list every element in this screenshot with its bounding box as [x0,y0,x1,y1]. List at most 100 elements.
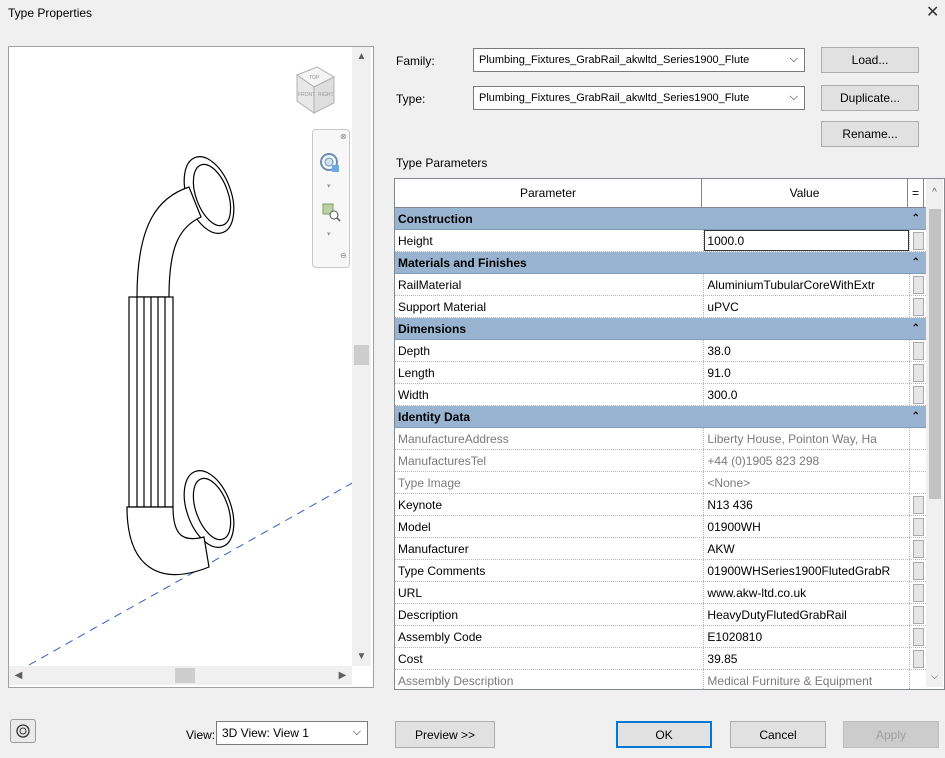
scroll-up-icon[interactable]: ^ [926,183,943,202]
parameter-row[interactable]: Description HeavyDutyFlutedGrabRail [395,604,926,626]
view-select[interactable]: 3D View: View 1 ⌵ [216,721,368,745]
chevron-down-icon[interactable]: ▾ [327,182,331,190]
formula-button[interactable] [910,362,926,383]
scroll-up-icon[interactable]: ▲ [352,47,371,66]
parameter-name: ManufactureAddress [395,428,705,449]
parameter-value[interactable]: 01900WH [704,516,911,537]
parameter-row[interactable]: Cost 39.85 [395,648,926,670]
type-select[interactable]: Plumbing_Fixtures_GrabRail_akwltd_Series… [473,86,805,110]
type-parameters-grid[interactable]: Parameter Value = Construction ⌃ Height 100… [394,178,945,690]
section-title: Dimensions [398,321,467,336]
scroll-thumb[interactable] [175,668,195,683]
duplicate-button[interactable]: Duplicate... [821,85,919,111]
family-select[interactable]: Plumbing_Fixtures_GrabRail_akwltd_Series… [473,48,805,72]
parameter-value[interactable]: E1020810 [704,626,911,647]
parameter-name: URL [395,582,705,603]
section-header[interactable]: Dimensions ⌃ [395,318,926,340]
parameter-name: Assembly Description [395,670,705,689]
rename-button[interactable]: Rename... [821,121,919,147]
formula-button[interactable] [910,648,926,669]
ok-button[interactable]: OK [616,721,712,748]
type-select-value: Plumbing_Fixtures_GrabRail_akwltd_Series… [479,92,750,104]
apply-button[interactable]: Apply [843,721,939,748]
parameter-name: Depth [395,340,705,361]
grid-vertical-scrollbar[interactable]: ^ ⌵ [926,179,943,687]
parameter-value[interactable]: 01900WHSeries1900FlutedGrabR [704,560,911,581]
parameter-value[interactable]: N13 436 [704,494,911,515]
parameter-row[interactable]: Manufacturer AKW [395,538,926,560]
scroll-thumb[interactable] [354,345,369,365]
view-select-value: 3D View: View 1 [222,726,309,740]
parameter-value: Medical Furniture & Equipment [704,670,911,689]
parameter-row[interactable]: Type Comments 01900WHSeries1900FlutedGrab… [395,560,926,582]
parameter-value[interactable]: AKW [704,538,911,559]
parameter-row[interactable]: Keynote N13 436 [395,494,926,516]
parameter-row[interactable]: URL www.akw-ltd.co.uk [395,582,926,604]
parameter-value[interactable]: AluminiumTubularCoreWithExtr [704,274,911,295]
parameter-row[interactable]: Model 01900WH [395,516,926,538]
formula-button [910,472,926,493]
scroll-down-icon[interactable]: ▼ [352,647,371,666]
navbar-close-icon[interactable]: ⊗ [340,132,347,141]
viewcube[interactable]: TOP FRONT RIGHT [279,65,339,120]
preview-vertical-scrollbar[interactable]: ▲ ▼ [352,47,371,666]
parameter-row[interactable]: Length 91.0 [395,362,926,384]
parameter-row[interactable]: Type Image <None> [395,472,926,494]
formula-button[interactable] [910,494,926,515]
parameter-value[interactable]: www.akw-ltd.co.uk [704,582,911,603]
formula-column-header[interactable]: = [908,179,924,207]
parameter-name: Model [395,516,705,537]
navbar-options-icon[interactable]: ⊖ [340,251,347,260]
formula-button[interactable] [910,230,926,251]
scroll-right-icon[interactable]: ▶ [333,666,352,685]
parameter-value[interactable]: 1000.0 [704,230,911,251]
formula-button[interactable] [910,560,926,581]
formula-button[interactable] [910,516,926,537]
scroll-down-icon[interactable]: ⌵ [926,667,943,686]
parameter-value[interactable]: 300.0 [704,384,911,405]
collapse-icon[interactable]: ⌃ [912,257,920,268]
section-header[interactable]: Identity Data ⌃ [395,406,926,428]
steering-wheel-icon[interactable] [319,152,341,174]
formula-button[interactable] [910,582,926,603]
parameter-value[interactable]: 39.85 [704,648,911,669]
scroll-thumb[interactable] [929,209,941,499]
section-header[interactable]: Materials and Finishes ⌃ [395,252,926,274]
formula-button[interactable] [910,384,926,405]
preview-horizontal-scrollbar[interactable]: ◀ ▶ [9,666,352,685]
parameter-value[interactable]: 38.0 [704,340,911,361]
formula-button[interactable] [910,538,926,559]
collapse-icon[interactable]: ⌃ [912,213,920,224]
section-header[interactable]: Construction ⌃ [395,208,926,230]
formula-button[interactable] [910,296,926,317]
formula-button[interactable] [910,626,926,647]
parameter-row[interactable]: RailMaterial AluminiumTubularCoreWithExtr [395,274,926,296]
scroll-left-icon[interactable]: ◀ [9,666,28,685]
parameter-row[interactable]: Width 300.0 [395,384,926,406]
parameter-row[interactable]: Assembly Description Medical Furniture & … [395,670,926,689]
collapse-icon[interactable]: ⌃ [912,411,920,422]
value-column-header[interactable]: Value [702,179,908,207]
zoom-icon[interactable] [321,202,341,222]
parameter-column-header[interactable]: Parameter [395,179,702,207]
parameter-row[interactable]: ManufactureAddress Liberty House, Pointon… [395,428,926,450]
parameter-row[interactable]: ManufacturesTel +44 (0)1905 823 298 [395,450,926,472]
parameter-name: ManufacturesTel [395,450,705,471]
chevron-down-icon[interactable]: ▾ [327,230,331,238]
preview-button[interactable]: Preview >> [395,721,495,748]
close-icon[interactable]: ✕ [926,2,939,22]
parameter-value[interactable]: HeavyDutyFlutedGrabRail [704,604,911,625]
parameter-row[interactable]: Height 1000.0 [395,230,926,252]
collapse-icon[interactable]: ⌃ [912,323,920,334]
load-button[interactable]: Load... [821,47,919,73]
steering-wheels-toggle-icon[interactable] [10,719,36,743]
formula-button[interactable] [910,604,926,625]
formula-button[interactable] [910,274,926,295]
cancel-button[interactable]: Cancel [730,721,826,748]
parameter-value[interactable]: 91.0 [704,362,911,383]
parameter-value[interactable]: uPVC [704,296,911,317]
parameter-row[interactable]: Depth 38.0 [395,340,926,362]
formula-button[interactable] [910,340,926,361]
parameter-row[interactable]: Support Material uPVC [395,296,926,318]
parameter-row[interactable]: Assembly Code E1020810 [395,626,926,648]
